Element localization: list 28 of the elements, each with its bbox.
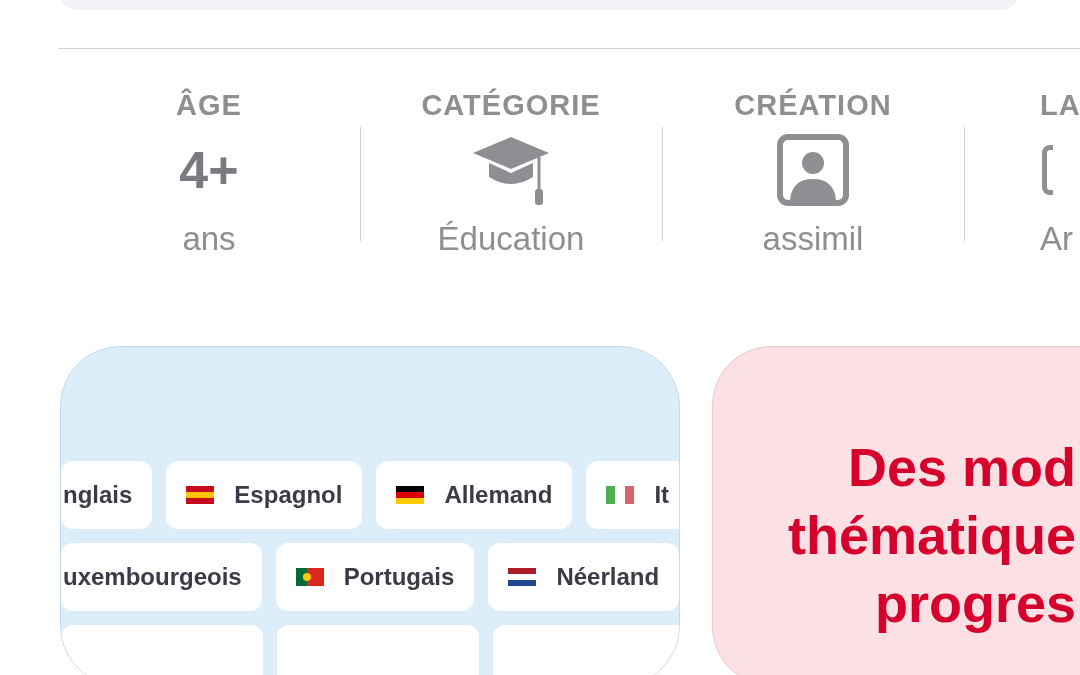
age-rating: 4+	[179, 140, 239, 200]
info-label: ÂGE	[176, 87, 242, 123]
flag-icon	[396, 486, 425, 504]
flag-icon	[295, 568, 324, 586]
language-chip: nglais	[61, 461, 153, 529]
language-chip: Espagnol	[166, 461, 363, 529]
info-value: assimil	[762, 219, 864, 259]
language-chip: Portugais	[275, 543, 475, 611]
headline-line: thématique	[787, 504, 1076, 567]
language-chip: It	[586, 461, 679, 529]
language-chip: uxembourgeois	[61, 543, 262, 611]
language-chip: Allemand	[376, 461, 573, 529]
screenshot-card[interactable]: nglais Espagnol Allemand It uxembourgeois Portugais Néerland	[60, 346, 680, 675]
headline-line: progres	[874, 572, 1076, 635]
info-value: ans	[182, 219, 236, 259]
info-value: Ar	[1040, 219, 1073, 259]
info-label: CRÉATION	[734, 87, 892, 123]
flag-icon	[508, 568, 537, 586]
headline-line: Des mod	[847, 436, 1076, 499]
info-label: LA	[1040, 88, 1080, 123]
info-value: Éducation	[437, 219, 585, 259]
language-chip: Néerland	[488, 543, 679, 611]
flag-icon	[186, 486, 215, 504]
flag-icon	[606, 486, 635, 504]
language-icon	[1042, 145, 1053, 195]
person-icon	[776, 133, 850, 207]
info-label: CATÉGORIE	[421, 87, 601, 123]
screenshot-card[interactable]: Des mod thématique progres	[712, 346, 1080, 675]
